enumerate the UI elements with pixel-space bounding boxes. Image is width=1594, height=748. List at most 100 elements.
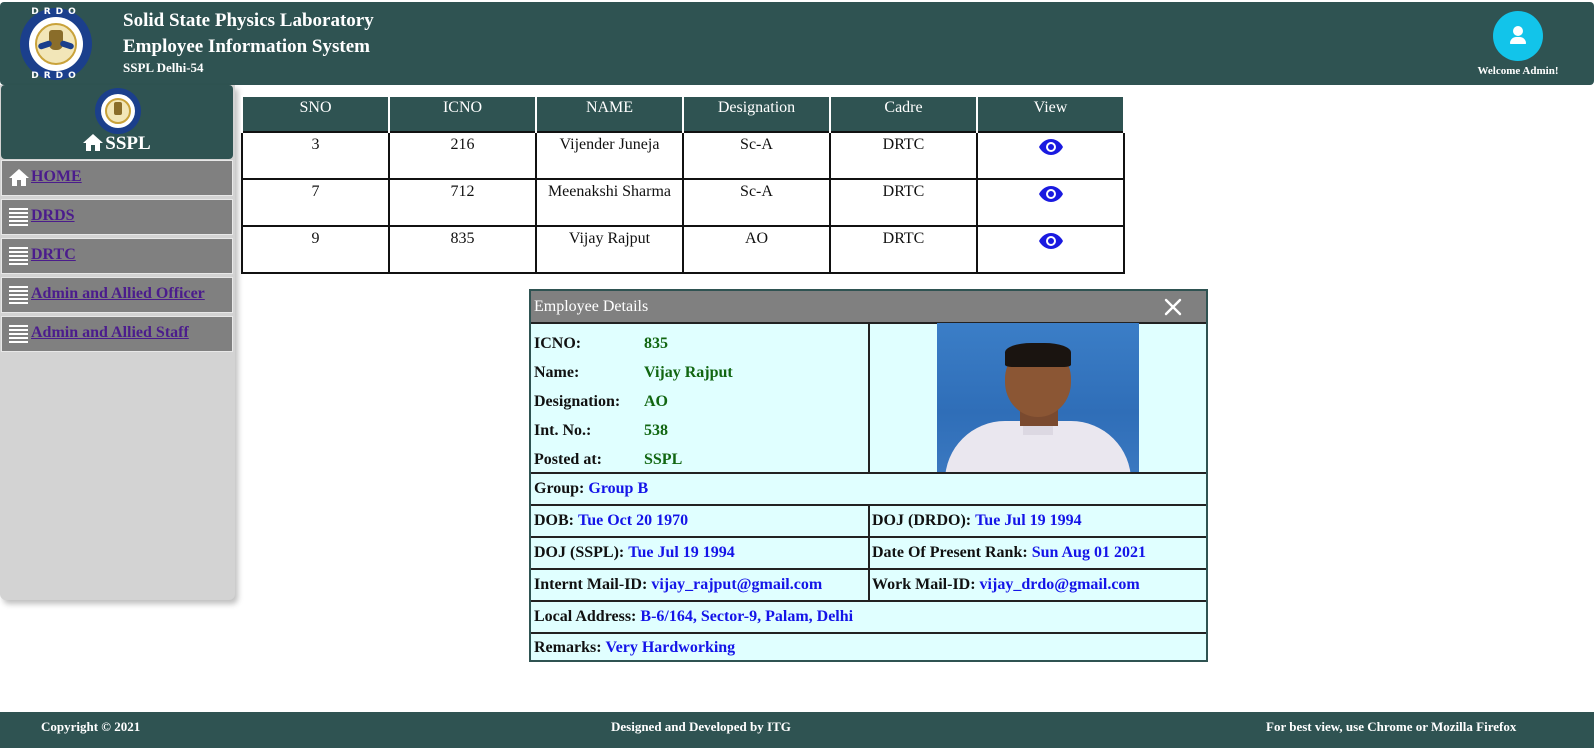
table-row: 7 712 Meenakshi Sharma Sc-A DRTC — [241, 178, 1125, 227]
remarks-label: Remarks: — [534, 639, 602, 656]
doj-sspl-label: DOJ (SSPL): — [534, 544, 625, 561]
cell-sno: 7 — [241, 178, 390, 227]
posted-value-field: SSPL — [644, 451, 682, 469]
sidebar-item-drds[interactable]: DRDS — [1, 199, 233, 235]
remarks-value: Very Hardworking — [605, 639, 736, 656]
designation-value-field: AO — [644, 393, 668, 411]
address-label: Local Address: — [534, 608, 637, 625]
posted-field: Posted at: — [534, 451, 602, 469]
remarks-field: Remarks: Very Hardworking — [534, 639, 735, 657]
sidebar-item-label[interactable]: Admin and Allied Staff — [31, 324, 189, 342]
dob-field: DOB: Tue Oct 20 1970 — [534, 512, 688, 530]
sidebar-item-label[interactable]: Admin and Allied Officer — [31, 285, 205, 303]
sidebar-title-text: SSPL — [105, 133, 151, 154]
internet-mail-value: vijay_rajput@gmail.com — [651, 576, 823, 593]
eye-icon[interactable] — [1038, 139, 1063, 155]
work-mail-field: Work Mail-ID: vijay_drdo@gmail.com — [872, 576, 1140, 594]
icno-field: ICNO: — [534, 335, 581, 353]
address-row: Local Address: B-6/164, Sector-9, Palam,… — [531, 602, 1206, 634]
column-divider — [868, 506, 870, 536]
cell-cadre: DRTC — [829, 225, 978, 274]
employee-details-modal: Employee Details ICNO: 835 Name: Vijay R… — [529, 289, 1208, 662]
doj-row: DOJ (SSPL): Tue Jul 19 1994 Date Of Pres… — [531, 538, 1206, 570]
name-value-field: Vijay Rajput — [644, 364, 733, 382]
sidebar-header: SSPL — [1, 85, 233, 159]
user-icon-body — [1510, 37, 1526, 44]
sidebar: SSPL HOME DRDS DRTC Admin and Allied Off… — [0, 85, 235, 600]
table-row: 9 835 Vijay Rajput AO DRTC — [241, 225, 1125, 274]
header-subtitle: SSPL Delhi-54 — [123, 60, 204, 75]
sidebar-logo-emblem — [114, 102, 122, 115]
remarks-row: Remarks: Very Hardworking — [531, 634, 1206, 660]
list-icon — [9, 208, 28, 226]
doj-drdo-field: DOJ (DRDO): Tue Jul 19 1994 — [872, 512, 1082, 530]
sidebar-item-label[interactable]: HOME — [31, 168, 82, 186]
column-header-designation: Designation — [682, 95, 831, 132]
work-mail-value: vijay_drdo@gmail.com — [979, 576, 1140, 593]
table-row: 3 216 Vijender Juneja Sc-A DRTC — [241, 131, 1125, 180]
present-rank-label: Date Of Present Rank: — [872, 544, 1028, 561]
sidebar-item-admin-staff[interactable]: Admin and Allied Staff — [1, 316, 233, 352]
sidebar-logo — [95, 88, 141, 134]
logo-bottom-text: DRDO — [31, 71, 81, 81]
footer-browser-note: For best view, use Chrome or Mozilla Fir… — [1266, 719, 1517, 734]
sidebar-title[interactable]: SSPL — [1, 133, 233, 155]
doj-sspl-value: Tue Jul 19 1994 — [628, 544, 735, 561]
intno-value: 538 — [644, 422, 668, 439]
sidebar-item-home[interactable]: HOME — [1, 160, 233, 196]
user-avatar-button[interactable] — [1493, 11, 1543, 61]
employee-photo — [937, 323, 1139, 472]
modal-title: Employee Details — [534, 298, 649, 315]
group-row: Group: Group B — [531, 474, 1206, 506]
doj-drdo-label: DOJ (DRDO): — [872, 512, 972, 529]
cell-name: Vijender Juneja — [535, 131, 684, 180]
photo-hair — [1005, 343, 1071, 367]
sidebar-item-label[interactable]: DRDS — [31, 207, 75, 225]
dob-row: DOB: Tue Oct 20 1970 DOJ (DRDO): Tue Jul… — [531, 506, 1206, 538]
address-field: Local Address: B-6/164, Sector-9, Palam,… — [534, 608, 853, 626]
present-rank-field: Date Of Present Rank: Sun Aug 01 2021 — [872, 544, 1146, 562]
column-divider — [868, 570, 870, 600]
sidebar-item-label[interactable]: DRTC — [31, 246, 76, 264]
list-icon — [9, 286, 28, 304]
cell-cadre: DRTC — [829, 131, 978, 180]
mail-row: Internt Mail-ID: vijay_rajput@gmail.com … — [531, 570, 1206, 602]
cell-designation: Sc-A — [682, 131, 831, 180]
close-icon[interactable] — [1163, 297, 1183, 317]
intno-field: Int. No.: — [534, 422, 591, 440]
footer: Copyright © 2021 Designed and Developed … — [0, 712, 1594, 748]
drdo-logo: DRDO DRDO — [20, 7, 92, 81]
internet-mail-field: Internt Mail-ID: vijay_rajput@gmail.com — [534, 576, 822, 594]
footer-copyright: Copyright © 2021 — [41, 719, 141, 734]
top-header: DRDO DRDO Solid State Physics Laboratory… — [0, 2, 1594, 85]
modal-header: Employee Details — [531, 291, 1206, 324]
cell-sno: 9 — [241, 225, 390, 274]
header-title-line2: Employee Information System — [123, 36, 370, 57]
internet-mail-label: Internt Mail-ID: — [534, 576, 648, 593]
cell-name: Vijay Rajput — [535, 225, 684, 274]
group-label: Group: — [534, 480, 585, 497]
column-header-sno: SNO — [241, 95, 390, 132]
header-title-line1: Solid State Physics Laboratory — [123, 10, 374, 31]
column-header-icno: ICNO — [388, 95, 537, 132]
dob-value: Tue Oct 20 1970 — [578, 512, 689, 529]
eye-icon[interactable] — [1038, 233, 1063, 249]
sidebar-item-admin-officer[interactable]: Admin and Allied Officer — [1, 277, 233, 313]
employee-table: SNO ICNO NAME Designation Cadre View 3 2… — [241, 95, 1125, 274]
intno-label: Int. No.: — [534, 422, 592, 439]
icno-value-field: 835 — [644, 335, 668, 353]
column-header-view: View — [976, 95, 1125, 132]
column-header-name: NAME — [535, 95, 684, 132]
column-header-cadre: Cadre — [829, 95, 978, 132]
sidebar-item-drtc[interactable]: DRTC — [1, 238, 233, 274]
eye-icon[interactable] — [1038, 186, 1063, 202]
home-icon — [9, 169, 29, 186]
intno-value-field: 538 — [644, 422, 668, 440]
posted-label: Posted at: — [534, 451, 602, 468]
posted-value: SSPL — [644, 451, 683, 468]
column-divider — [868, 324, 870, 472]
list-icon — [9, 247, 28, 265]
table-header-row: SNO ICNO NAME Designation Cadre View — [241, 95, 1125, 132]
home-icon — [83, 134, 104, 151]
cell-view — [976, 178, 1125, 227]
